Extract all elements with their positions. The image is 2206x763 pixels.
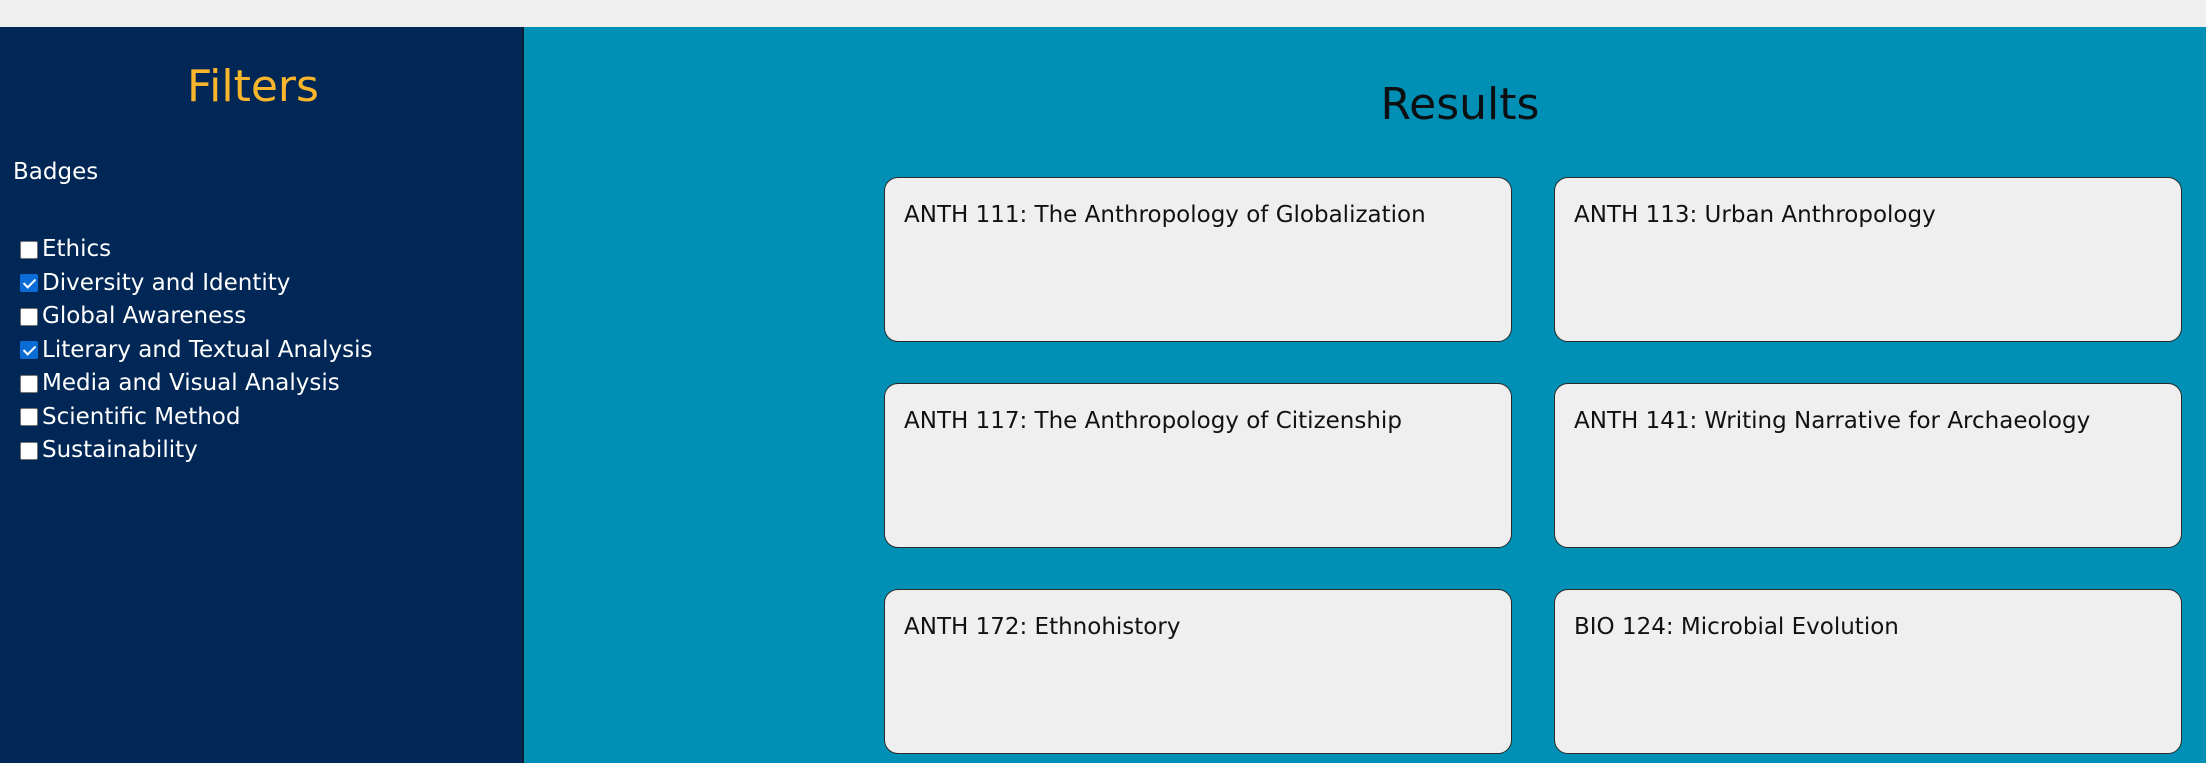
app-window: Filters Badges Ethics Diversity and Iden… (0, 27, 2206, 763)
result-card[interactable]: ANTH 117: The Anthropology of Citizenshi… (884, 383, 1512, 548)
filter-label[interactable]: Ethics (42, 238, 111, 261)
filter-label[interactable]: Literary and Textual Analysis (42, 338, 373, 362)
result-card[interactable]: ANTH 141: Writing Narrative for Archaeol… (1554, 383, 2182, 548)
filter-diversity-and-identity[interactable]: Diversity and Identity (20, 267, 373, 301)
filter-label[interactable]: Media and Visual Analysis (42, 372, 340, 395)
result-card-title: ANTH 111: The Anthropology of Globalizat… (904, 202, 1426, 228)
badges-section-label: Badges (13, 159, 99, 185)
results-panel: Results ANTH 111: The Anthropology of Gl… (524, 27, 2206, 763)
checkbox[interactable] (20, 341, 38, 360)
result-card[interactable]: BIO 124: Microbial Evolution (1554, 589, 2182, 754)
checkbox[interactable] (20, 274, 38, 293)
filter-label[interactable]: Scientific Method (42, 405, 240, 429)
checkbox[interactable] (20, 307, 38, 326)
results-title: Results (1380, 79, 1540, 130)
filter-global-awareness[interactable]: Global Awareness (20, 300, 373, 334)
result-card-title: ANTH 141: Writing Narrative for Archaeol… (1574, 408, 2091, 434)
filters-sidebar: Filters Badges Ethics Diversity and Iden… (0, 27, 524, 763)
result-card-title: ANTH 117: The Anthropology of Citizenshi… (904, 408, 1402, 434)
filters-title: Filters (187, 61, 319, 112)
result-card-title: BIO 124: Microbial Evolution (1574, 614, 1899, 640)
filter-scientific-method[interactable]: Scientific Method (20, 401, 373, 435)
filter-label[interactable]: Sustainability (42, 439, 198, 462)
checkbox[interactable] (20, 240, 38, 259)
result-card[interactable]: ANTH 113: Urban Anthropology (1554, 177, 2182, 342)
filter-label[interactable]: Diversity and Identity (42, 271, 290, 295)
filter-literary-and-textual-analysis[interactable]: Literary and Textual Analysis (20, 334, 373, 368)
checkbox[interactable] (20, 374, 38, 393)
checkbox[interactable] (20, 408, 38, 427)
result-card[interactable]: ANTH 111: The Anthropology of Globalizat… (884, 177, 1512, 342)
filter-sustainability[interactable]: Sustainability (20, 434, 373, 468)
filter-ethics[interactable]: Ethics (20, 233, 373, 267)
filter-media-and-visual-analysis[interactable]: Media and Visual Analysis (20, 367, 373, 401)
result-card-title: ANTH 113: Urban Anthropology (1574, 202, 1936, 228)
result-card-title: ANTH 172: Ethnohistory (904, 614, 1181, 640)
checkbox[interactable] (20, 441, 38, 460)
result-card[interactable]: ANTH 172: Ethnohistory (884, 589, 1512, 754)
badge-filter-list: Ethics Diversity and Identity Global Awa… (20, 238, 373, 468)
filter-label[interactable]: Global Awareness (42, 305, 246, 328)
